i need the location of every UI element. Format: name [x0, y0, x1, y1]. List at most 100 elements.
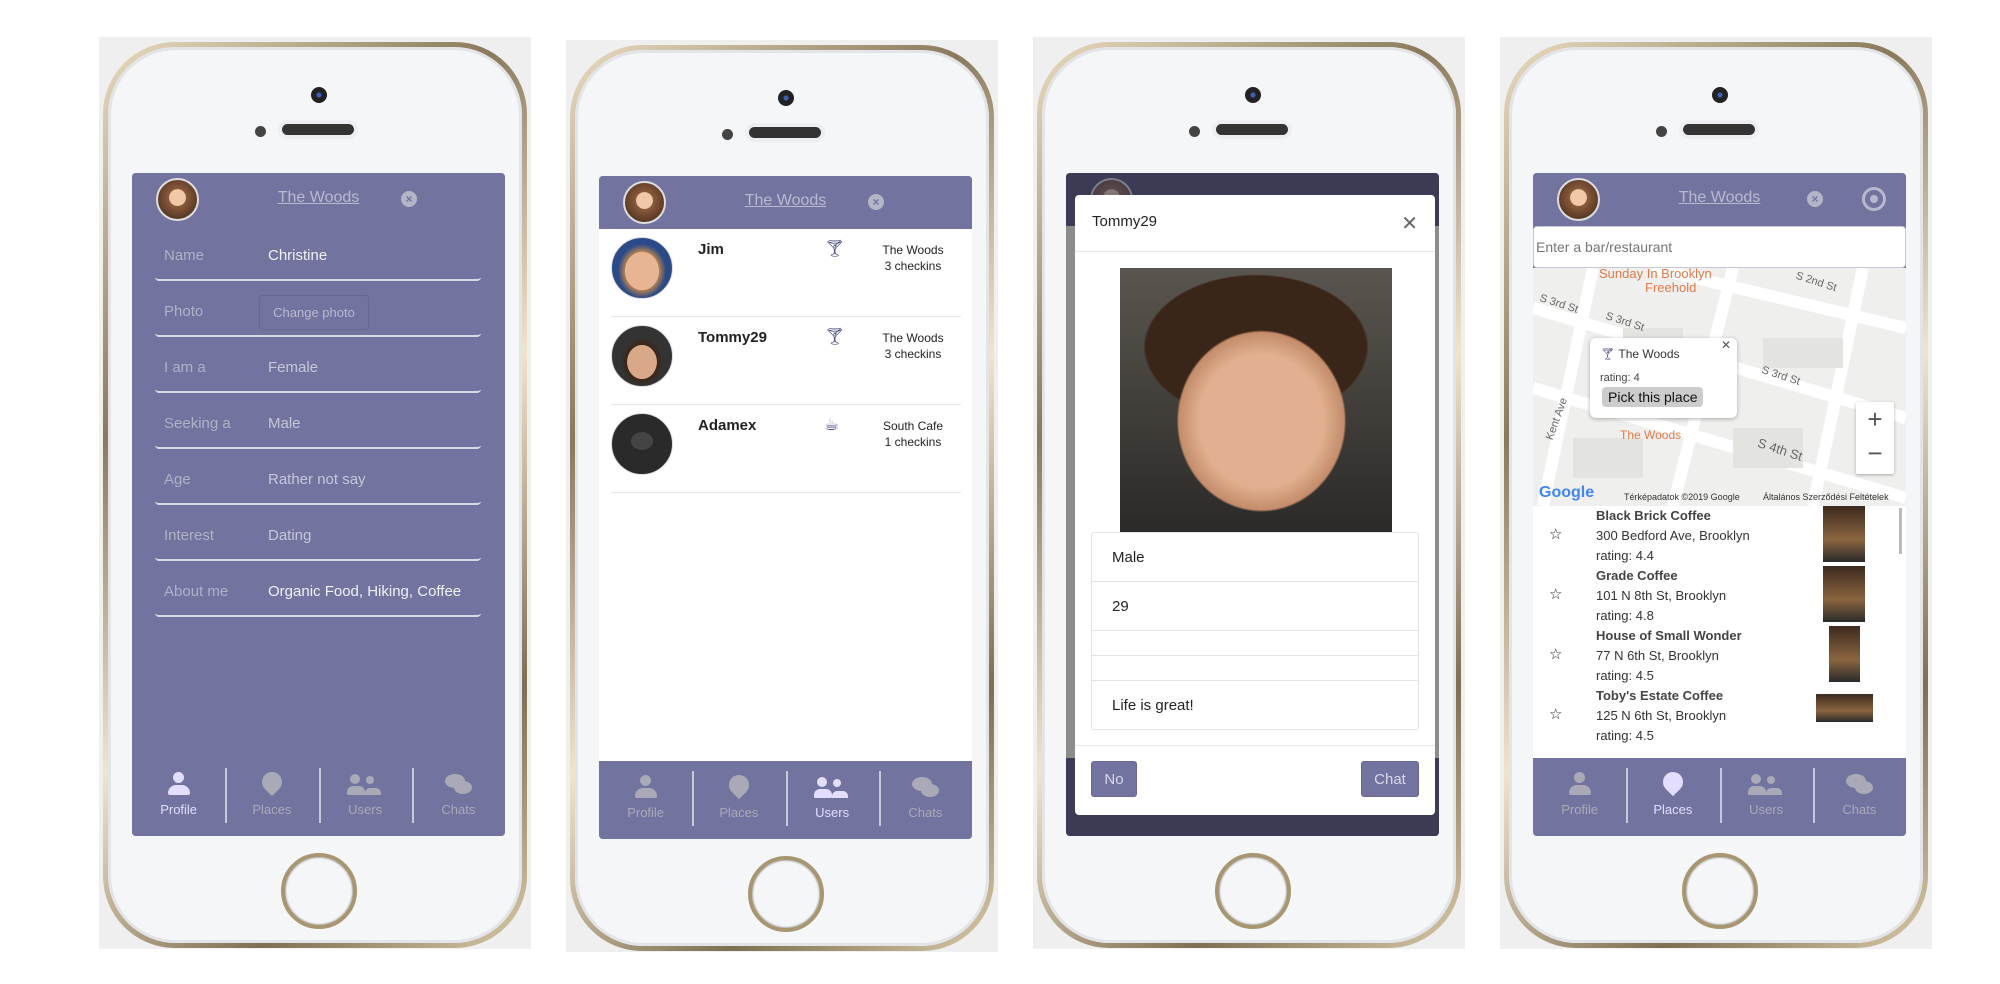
- user-checkin: The Woods 3 checkins: [873, 242, 953, 274]
- name-field[interactable]: Name Christine: [155, 225, 481, 281]
- interest-field[interactable]: Interest Dating: [155, 505, 481, 561]
- scrollbar[interactable]: [1899, 508, 1902, 554]
- nav-label: Users: [1749, 802, 1784, 817]
- sensor: [722, 129, 733, 140]
- crosshairs-icon[interactable]: [1862, 187, 1886, 211]
- nav-users[interactable]: Users: [785, 761, 879, 839]
- cocktail-icon: 🍸︎: [824, 239, 846, 258]
- gender-select[interactable]: Female: [268, 359, 473, 376]
- user-checkin: The Woods 3 checkins: [873, 330, 953, 362]
- user-row[interactable]: Tommy29 🍸︎ The Woods 3 checkins: [611, 317, 961, 405]
- place-row[interactable]: ☆ Grade Coffee 101 N 8th St, Brooklyn ratin…: [1533, 566, 1906, 626]
- zoom-out-button[interactable]: −: [1856, 436, 1894, 470]
- map-marker-icon: [257, 772, 287, 796]
- nav-label: Places: [252, 802, 292, 817]
- detail-gender: Male: [1092, 533, 1418, 582]
- nav-profile[interactable]: Profile: [1533, 758, 1626, 836]
- field-label: Interest: [164, 527, 215, 544]
- popup-place-name: The Woods: [1618, 347, 1680, 361]
- field-label: Name: [164, 247, 205, 264]
- nav-places[interactable]: Places: [692, 761, 785, 839]
- map[interactable]: Sunday In Brooklyn Freehold S 2nd St S 3…: [1533, 268, 1906, 506]
- home-button: [748, 856, 824, 932]
- bottom-nav: Profile Places Users Chats: [132, 758, 505, 836]
- chat-button[interactable]: Chat: [1361, 761, 1419, 797]
- zoom-in-button[interactable]: +: [1856, 402, 1894, 436]
- places-screen: The Woods × Sunday In Brooklyn Freehold …: [1533, 173, 1906, 836]
- gender-field[interactable]: I am a Female: [155, 337, 481, 393]
- phone-users: The Woods × Jim 🍸︎ The Woods 3 checkins T…: [570, 45, 994, 951]
- phone-places: The Woods × Sunday In Brooklyn Freehold …: [1504, 42, 1928, 948]
- change-photo-button[interactable]: Change photo: [259, 295, 369, 330]
- current-venue-link[interactable]: The Woods: [1533, 189, 1906, 207]
- speaker: [749, 127, 821, 138]
- modal-title: Tommy29: [1092, 213, 1158, 230]
- user-row[interactable]: Jim 🍸︎ The Woods 3 checkins: [611, 229, 961, 317]
- divider: [1075, 251, 1435, 252]
- nav-users[interactable]: Users: [318, 758, 412, 836]
- age-field[interactable]: Age Rather not say: [155, 449, 481, 505]
- nav-profile[interactable]: Profile: [132, 758, 225, 836]
- about-input[interactable]: Organic Food, Hiking, Coffee: [268, 583, 473, 600]
- star-icon[interactable]: ☆: [1549, 705, 1562, 723]
- current-venue-link[interactable]: The Woods: [599, 192, 972, 210]
- place-search-input[interactable]: [1533, 226, 1906, 268]
- star-icon[interactable]: ☆: [1549, 585, 1562, 603]
- place-rating: rating: 4.5: [1596, 668, 1654, 683]
- place-row[interactable]: ☆ House of Small Wonder 77 N 6th St, Brook…: [1533, 626, 1906, 686]
- star-icon[interactable]: ☆: [1549, 645, 1562, 663]
- nav-chats[interactable]: Chats: [411, 758, 505, 836]
- star-icon[interactable]: ☆: [1549, 525, 1562, 543]
- place-photo: [1823, 506, 1865, 562]
- seeking-field[interactable]: Seeking a Male: [155, 393, 481, 449]
- place-row[interactable]: ☆ Toby's Estate Coffee 125 N 6th St, Brook…: [1533, 686, 1906, 746]
- detail-about: Life is great!: [1112, 696, 1194, 714]
- cocktail-icon: 🍸︎: [824, 327, 846, 346]
- nav-label: Profile: [627, 805, 665, 820]
- place-name: Grade Coffee: [1596, 568, 1678, 583]
- map-terms-link[interactable]: Általános Szerződési Feltételek: [1763, 492, 1889, 502]
- about-field[interactable]: About me Organic Food, Hiking, Coffee: [155, 561, 481, 617]
- name-input[interactable]: Christine: [268, 247, 473, 264]
- nav-label: Chats: [908, 805, 943, 820]
- times-circle-icon[interactable]: ×: [401, 191, 417, 207]
- user-icon: [631, 775, 661, 799]
- times-circle-icon[interactable]: ×: [1807, 191, 1823, 207]
- times-circle-icon[interactable]: ×: [868, 194, 884, 210]
- home-button: [1215, 853, 1291, 929]
- detail-empty: [1092, 631, 1418, 656]
- place-row[interactable]: ☆ Black Brick Coffee 300 Bedford Ave, Broo…: [1533, 506, 1906, 566]
- profile-screen: The Woods × Name Christine Photo Change ph…: [132, 173, 505, 836]
- user-row[interactable]: Adamex ☕︎ South Cafe 1 checkins: [611, 405, 961, 493]
- user-checkin: South Cafe 1 checkins: [873, 418, 953, 450]
- pick-place-button[interactable]: Pick this place: [1602, 387, 1704, 407]
- interest-select[interactable]: Dating: [268, 527, 473, 544]
- place-photo: [1816, 694, 1873, 722]
- map-label: Freehold: [1645, 280, 1697, 295]
- nav-users[interactable]: Users: [1719, 758, 1813, 836]
- nav-label: Users: [815, 805, 850, 820]
- nav-chats[interactable]: Chats: [1812, 758, 1906, 836]
- nav-label: Chats: [1842, 802, 1877, 817]
- close-icon[interactable]: ✕: [1721, 338, 1731, 352]
- current-venue-link[interactable]: The Woods: [132, 189, 505, 207]
- user-icon: [1565, 772, 1595, 796]
- place-photo: [1829, 626, 1860, 682]
- place-address: 101 N 8th St, Brooklyn: [1596, 588, 1727, 603]
- age-select[interactable]: Rather not say: [268, 471, 473, 488]
- user-list: Jim 🍸︎ The Woods 3 checkins Tommy29 🍸︎ Th…: [599, 229, 972, 761]
- user-photo: [1120, 268, 1392, 532]
- nav-places[interactable]: Places: [1626, 758, 1719, 836]
- user-icon: [164, 772, 194, 796]
- no-button[interactable]: No: [1091, 761, 1137, 797]
- place-address: 77 N 6th St, Brooklyn: [1596, 648, 1719, 663]
- close-icon[interactable]: ✕: [1401, 211, 1418, 236]
- nav-chats[interactable]: Chats: [878, 761, 972, 839]
- seeking-select[interactable]: Male: [268, 415, 473, 432]
- place-address: 125 N 6th St, Brooklyn: [1596, 708, 1727, 723]
- header: The Woods ×: [1533, 173, 1906, 226]
- camera: [778, 90, 794, 106]
- nav-places[interactable]: Places: [225, 758, 318, 836]
- detail-empty: [1092, 656, 1418, 681]
- nav-profile[interactable]: Profile: [599, 761, 692, 839]
